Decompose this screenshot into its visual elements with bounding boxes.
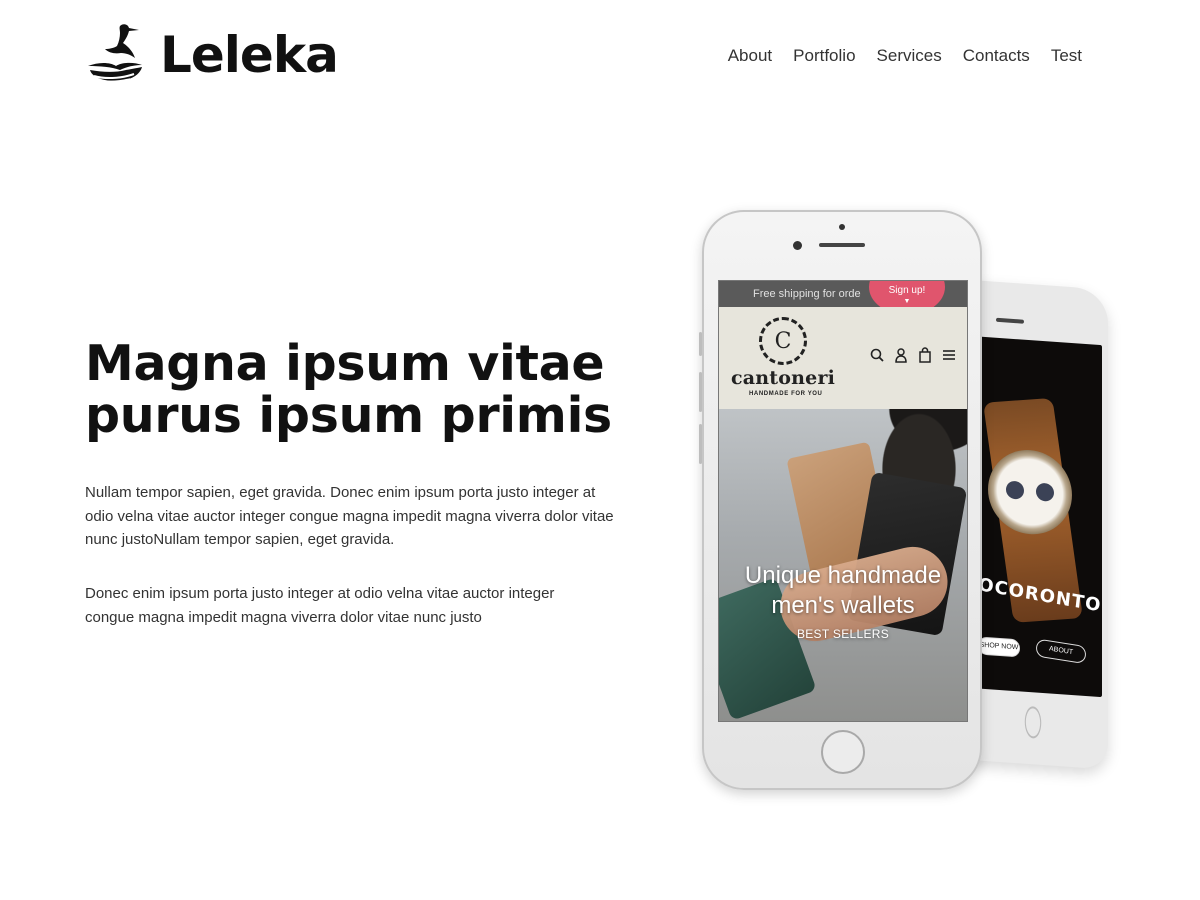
- search-icon[interactable]: [869, 347, 885, 363]
- watch-subdial: [1036, 482, 1054, 502]
- logo[interactable]: Leleka: [86, 22, 339, 88]
- best-sellers-link[interactable]: BEST SELLERS: [719, 627, 967, 641]
- nav-test[interactable]: Test: [1051, 46, 1082, 66]
- store-icons: [869, 347, 957, 363]
- store-hero-line2: men's wallets: [771, 592, 915, 619]
- back-phone-speaker: [996, 317, 1024, 324]
- store-hero-line1: Unique handmade: [744, 562, 942, 589]
- back-phone-home-button: [1024, 705, 1042, 739]
- menu-icon[interactable]: [941, 347, 957, 363]
- store-seal-logo: C: [759, 317, 807, 365]
- front-phone: Free shipping for orde Sign up! ▼ C cant…: [699, 210, 982, 790]
- store-tagline: HANDMADE FOR YOU: [749, 391, 823, 397]
- hero-title-line2: purus ipsum primis: [85, 387, 612, 444]
- promo-text: Free shipping for orde: [753, 288, 861, 300]
- front-phone-camera: [793, 241, 802, 250]
- back-phone-screen: OCORONTO SHOP NOW ABOUT: [978, 336, 1102, 698]
- nav-portfolio[interactable]: Portfolio: [793, 46, 855, 66]
- nav-about[interactable]: About: [728, 46, 772, 66]
- nav-services[interactable]: Services: [877, 46, 942, 66]
- phone-volume-up: [699, 372, 702, 412]
- store-hero-text: Unique handmade men's wallets BEST SELLE…: [719, 561, 967, 641]
- store-header: C cantoneri HANDMADE FOR YOU: [719, 307, 967, 409]
- hero-paragraph-2: Donec enim ipsum porta justo integer at …: [85, 585, 555, 626]
- bag-icon[interactable]: [917, 347, 933, 363]
- stork-in-nest-icon: [88, 24, 142, 83]
- caret-down-icon: ▼: [903, 298, 911, 305]
- front-phone-speaker: [819, 243, 865, 247]
- front-phone-screen: Free shipping for orde Sign up! ▼ C cant…: [718, 280, 968, 722]
- store-seal-letter: C: [774, 328, 792, 354]
- front-phone-sensor: [839, 224, 845, 230]
- watch-subdial: [1006, 480, 1024, 500]
- main-nav: About Portfolio Services Contacts Test: [728, 46, 1082, 66]
- wallets-hero-image: Unique handmade men's wallets BEST SELLE…: [719, 409, 967, 721]
- hero-paragraph-1: Nullam tempor sapien, eget gravida. Done…: [85, 484, 614, 548]
- home-button: [821, 730, 865, 774]
- back-shop-button: SHOP NOW: [978, 636, 1020, 658]
- user-icon[interactable]: [893, 347, 909, 363]
- hero-title: Magna ipsum vitae purus ipsum primis: [85, 338, 685, 442]
- phone-mockups: OCORONTO SHOP NOW ABOUT Free shipping fo…: [698, 208, 1112, 790]
- nav-contacts[interactable]: Contacts: [963, 46, 1030, 66]
- brand-name: Leleka: [160, 26, 339, 84]
- phone-volume-down: [699, 424, 702, 464]
- phone-side-button: [699, 332, 702, 356]
- back-about-button: ABOUT: [1035, 638, 1087, 665]
- signup-label: Sign up!: [888, 285, 926, 296]
- store-name: cantoneri: [731, 367, 836, 389]
- hero-title-line1: Magna ipsum vitae: [85, 335, 605, 392]
